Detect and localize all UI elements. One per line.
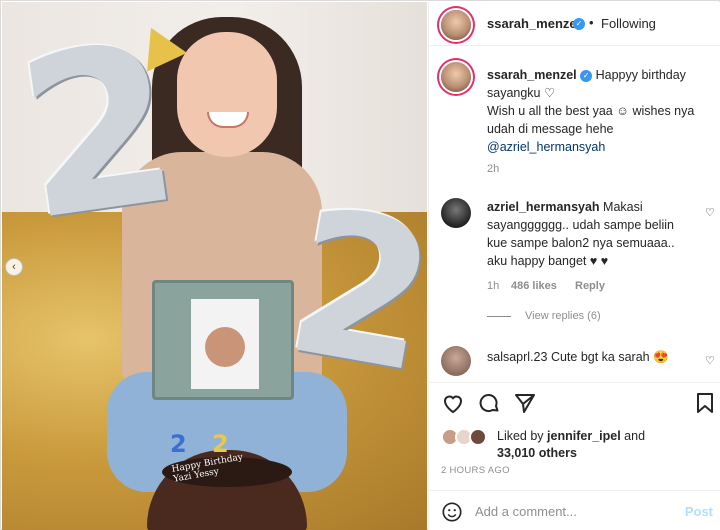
post-panel: ssarah_menzel ✓ • Following ssarah_menze… [428, 2, 720, 530]
add-comment-bar: Post [429, 490, 720, 530]
liker-username[interactable]: jennifer_ipel [547, 429, 621, 443]
heart-eyes-emoji-icon: 😍 [653, 350, 669, 364]
photo-face [177, 32, 277, 157]
separator-dot: • [589, 15, 594, 30]
bookmark-icon[interactable] [693, 391, 717, 415]
candle-yellow: 2 [212, 430, 229, 458]
replies-divider [487, 315, 511, 317]
likes-others[interactable]: 33,010 others [497, 446, 577, 460]
comment-likes[interactable]: 486 likes [511, 280, 557, 292]
comment-age: 1h [487, 280, 500, 292]
likes-summary: Liked by jennifer_ipel and 33,010 others [441, 424, 717, 460]
caption-age: 2h [487, 163, 500, 175]
emoji-icon[interactable] [441, 501, 463, 523]
caption-avatar[interactable] [441, 62, 471, 92]
heart-icon[interactable] [441, 391, 465, 415]
comment-text: Cute bgt ka sarah [550, 350, 650, 364]
view-replies-button[interactable]: View replies (6) [487, 310, 601, 322]
liker-avatar [469, 428, 487, 446]
likes-text: Liked by jennifer_ipel and 33,010 others [497, 428, 717, 462]
likes-prefix: Liked by [497, 429, 544, 443]
post-dialog: 2 2 Happy Birthday Yazi Yessy 2 2 ‹ ssar… [0, 0, 720, 530]
comment-body: salsaprl.23 Cute bgt ka sarah 😍 [487, 348, 697, 366]
verified-icon: ✓ [573, 18, 585, 30]
view-replies-label: View replies (6) [525, 310, 601, 322]
comment-body: azriel_hermansyah Makasi sayangggggg.. u… [487, 198, 697, 270]
comment-username[interactable]: salsaprl.23 [487, 350, 547, 364]
reply-button[interactable]: Reply [575, 280, 605, 292]
author-avatar[interactable] [441, 10, 471, 40]
caption-text-2: Wish u all the best yaa [487, 104, 613, 118]
white-heart-icon: ♡ [544, 86, 556, 100]
post-comment-button[interactable]: Post [685, 504, 713, 519]
share-icon[interactable] [513, 391, 537, 415]
video-call-face [205, 327, 245, 367]
commenter-avatar[interactable] [441, 198, 471, 228]
caption-username[interactable]: ssarah_menzel [487, 68, 577, 82]
balloon-left: 2 [4, 2, 193, 270]
following-button[interactable]: Following [601, 16, 656, 31]
likes-connector: and [624, 429, 646, 443]
verified-icon: ✓ [580, 69, 593, 82]
laptop [152, 280, 294, 400]
video-call-screen [191, 299, 259, 389]
action-bar [429, 382, 720, 420]
post-header: ssarah_menzel ✓ • Following [429, 2, 720, 46]
smiling-emoji-icon: ☺ [616, 104, 630, 118]
commenter-avatar[interactable] [441, 346, 471, 376]
author-username[interactable]: ssarah_menzel [487, 16, 580, 31]
comment-icon[interactable] [477, 391, 501, 415]
comment-username[interactable]: azriel_hermansyah [487, 200, 600, 214]
candle-blue: 2 [170, 430, 187, 458]
caption-mention[interactable]: @azriel_hermansyah [487, 140, 605, 154]
comment-like-icon[interactable]: ♡ [705, 206, 715, 219]
comment-like-icon[interactable]: ♡ [705, 354, 715, 367]
post-photo[interactable]: 2 2 Happy Birthday Yazi Yessy 2 2 ‹ [2, 2, 427, 530]
post-timestamp: 2 HOURS AGO [441, 465, 510, 476]
black-heart-icon: ♥ ♥ [589, 254, 609, 268]
carousel-prev-icon[interactable]: ‹ [5, 258, 23, 276]
comment-input[interactable] [475, 500, 675, 522]
caption-body: ssarah_menzel ✓ Happyy birthday sayangku… [487, 66, 713, 156]
